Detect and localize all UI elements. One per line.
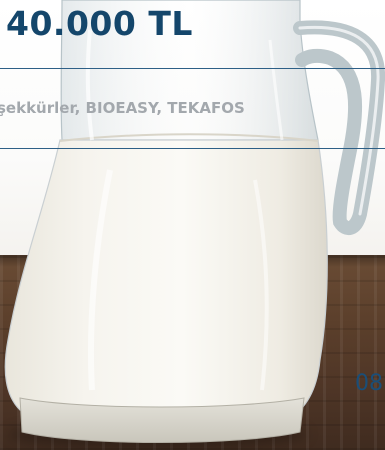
divider-bottom (0, 148, 385, 149)
price-label: 40.000 TL (6, 4, 193, 43)
milk-body (4, 139, 328, 411)
divider-top (0, 68, 385, 69)
date-fragment: 08 (355, 371, 383, 396)
tag-list: şekkürler, BIOEASY, TEKAFOS (0, 99, 245, 117)
